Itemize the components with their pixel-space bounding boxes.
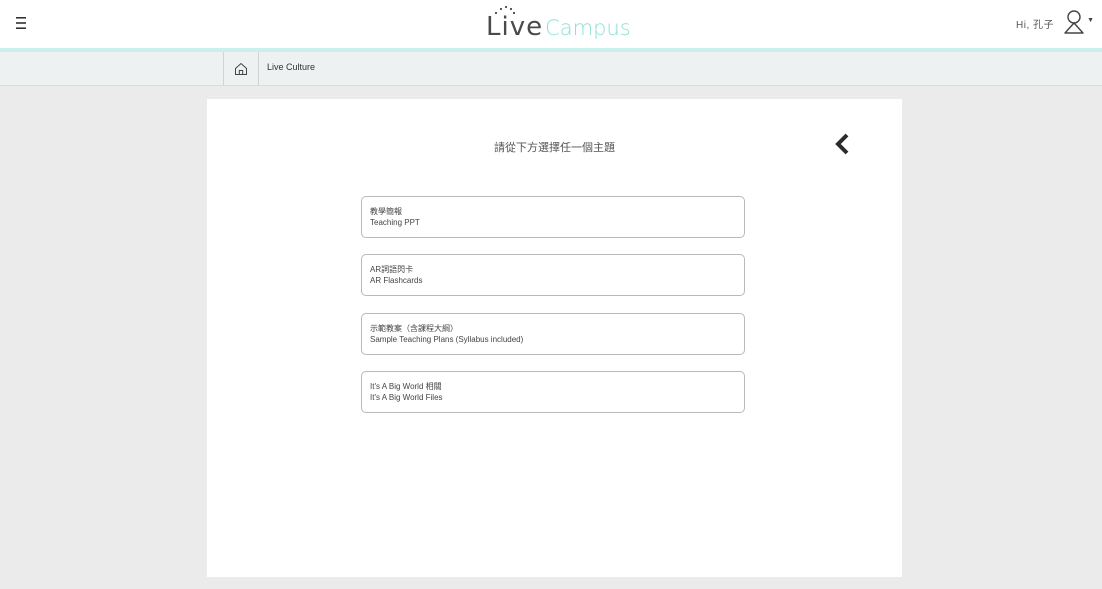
option-label-zh: AR詞語閃卡 xyxy=(370,265,414,274)
chevron-left-icon[interactable] xyxy=(834,133,852,155)
chevron-down-icon[interactable]: ▼ xyxy=(1087,17,1094,24)
option-label-en: Sample Teaching Plans (Syllabus included… xyxy=(370,335,524,344)
logo-live-text: Live xyxy=(486,12,544,42)
option-label-zh: 教學簡報 xyxy=(370,207,402,216)
breadcrumb: Live Culture xyxy=(0,52,1102,86)
logo-campus-text: Campus xyxy=(545,16,631,40)
user-greeting: Hi, 孔子 xyxy=(1016,20,1054,31)
home-icon xyxy=(235,62,247,75)
option-label-en: Teaching PPT xyxy=(370,218,420,227)
option-label-en: AR Flashcards xyxy=(370,276,423,285)
option-label-zh: It's A Big World 相關 xyxy=(370,382,442,391)
option-sample-teaching-plans[interactable]: 示範教案（含課程大綱） Sample Teaching Plans (Sylla… xyxy=(361,313,745,355)
option-ar-flashcards[interactable]: AR詞語閃卡 AR Flashcards xyxy=(361,254,745,296)
hamburger-icon[interactable] xyxy=(14,14,32,32)
home-button[interactable] xyxy=(223,52,259,85)
option-big-world-files[interactable]: It's A Big World 相關 It's A Big World Fil… xyxy=(361,371,745,413)
user-icon[interactable] xyxy=(1063,9,1085,35)
breadcrumb-item-live-culture[interactable]: Live Culture xyxy=(267,62,315,72)
option-label-en: It's A Big World Files xyxy=(370,393,443,402)
option-teaching-ppt[interactable]: 教學簡報 Teaching PPT xyxy=(361,196,745,238)
topic-card: 請從下方選擇任一個主題 教學簡報 Teaching PPT AR詞語閃卡 AR … xyxy=(207,99,902,577)
top-header: Live Campus Hi, 孔子 ▼ xyxy=(0,0,1102,48)
page-prompt: 請從下方選擇任一個主題 xyxy=(494,142,615,154)
option-label-zh: 示範教案（含課程大綱） xyxy=(370,324,458,333)
site-logo[interactable]: Live Campus xyxy=(486,8,631,42)
